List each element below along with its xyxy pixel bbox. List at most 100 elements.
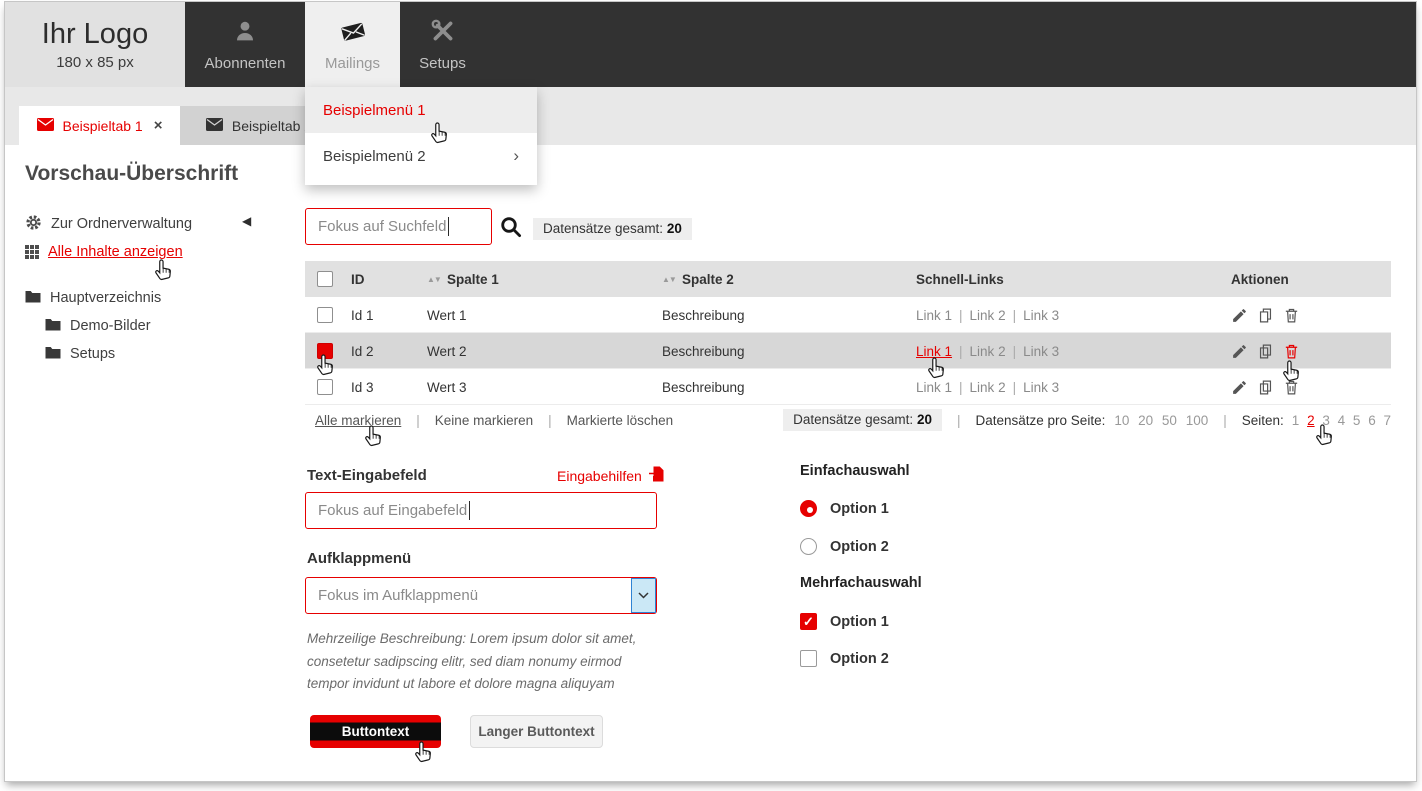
page-2-current[interactable]: 2 (1307, 413, 1315, 428)
quick-link-1[interactable]: Link 1 (916, 380, 952, 395)
per-page-option-20[interactable]: 20 (1138, 413, 1153, 428)
envelope-icon (206, 118, 223, 134)
sidebar-item-ordnerverwaltung[interactable]: Zur Ordnerverwaltung (25, 213, 192, 235)
envelope-icon (37, 118, 54, 134)
quick-link-3[interactable]: Link 3 (1023, 344, 1059, 359)
nav-item-setups[interactable]: Setups (400, 2, 485, 87)
primary-button[interactable]: Buttontext (310, 715, 441, 748)
folder-setups[interactable]: Setups (45, 343, 115, 365)
edit-icon[interactable] (1231, 379, 1248, 396)
quick-link-2[interactable]: Link 2 (970, 308, 1006, 323)
multiline-description: Mehrzeilige Beschreibung: Lorem ipsum do… (307, 628, 663, 696)
page-3[interactable]: 3 (1322, 413, 1330, 428)
edit-icon[interactable] (1231, 343, 1248, 360)
radio-option-1[interactable]: Option 1 (800, 500, 889, 517)
close-icon[interactable]: × (154, 117, 163, 134)
checkbox-unchecked-icon[interactable] (800, 650, 817, 667)
column-header-id[interactable]: ID (351, 261, 365, 297)
nav-label: Setups (419, 55, 466, 72)
copy-icon[interactable] (1257, 379, 1274, 396)
delete-icon[interactable] (1283, 379, 1300, 396)
top-navbar: Ihr Logo 180 x 85 px Abonnenten Mailings… (5, 2, 1416, 87)
link-separator: | (1013, 380, 1017, 395)
sort-icon[interactable]: ▲▼ (662, 261, 676, 297)
sidebar-collapse-icon[interactable]: ◀ (242, 214, 251, 228)
select-all-checkbox[interactable] (317, 271, 333, 287)
quick-link-2[interactable]: Link 2 (970, 380, 1006, 395)
sidebar-item-alle-inhalte[interactable]: Alle Inhalte anzeigen (25, 241, 183, 263)
column-header-spalte1[interactable]: Spalte 1 (447, 261, 499, 297)
menu-item-beispielmenu-2[interactable]: Beispielmenü 2 › (305, 133, 537, 179)
tab-beispieltab-1[interactable]: Beispieltab 1 × (19, 106, 180, 145)
search-input[interactable]: Fokus auf Suchfeld (305, 208, 492, 245)
quick-link-1[interactable]: Link 1 (916, 308, 952, 323)
records-total-value: 20 (667, 221, 682, 236)
chevron-down-icon[interactable] (631, 578, 656, 613)
folder-icon (45, 318, 61, 335)
page-7[interactable]: 7 (1383, 413, 1391, 428)
select-none-link[interactable]: Keine markieren (435, 413, 533, 428)
text-input-value: Fokus auf Eingabefeld (318, 502, 467, 519)
delete-icon-hover[interactable] (1283, 343, 1300, 360)
sidebar-item-label: Zur Ordnerverwaltung (51, 216, 192, 232)
folder-label: Setups (70, 346, 115, 362)
page-title: Vorschau-Überschrift (25, 162, 238, 186)
input-helpers-link[interactable]: Eingabehilfen (557, 466, 664, 485)
copy-icon[interactable] (1257, 307, 1274, 324)
checkbox-option-2[interactable]: Option 2 (800, 650, 889, 667)
mailings-dropdown-menu: Beispielmenü 1 Beispielmenü 2 › (305, 87, 537, 185)
radio-option-2[interactable]: Option 2 (800, 538, 889, 555)
separator: | (1223, 413, 1227, 428)
quick-link-3[interactable]: Link 3 (1023, 308, 1059, 323)
folder-icon (45, 346, 61, 363)
nav-item-mailings[interactable]: Mailings (305, 2, 400, 87)
submenu-arrow-icon: › (513, 146, 519, 166)
copy-icon[interactable] (1257, 343, 1274, 360)
secondary-button[interactable]: Langer Buttontext (470, 715, 603, 748)
dropdown-select[interactable]: Fokus im Aufklappmenü (305, 577, 657, 614)
quick-link-3[interactable]: Link 3 (1023, 380, 1059, 395)
menu-item-beispielmenu-1[interactable]: Beispielmenü 1 (305, 87, 537, 133)
quick-link-1-hover[interactable]: Link 1 (916, 344, 952, 359)
separator: | (548, 413, 552, 428)
sort-icon[interactable]: ▲▼ (427, 261, 441, 297)
select-all-link[interactable]: Alle markieren (315, 413, 401, 428)
radio-checked-icon[interactable] (800, 500, 817, 517)
row-checkbox-checked[interactable] (317, 343, 333, 359)
tab-label: Beispieltab 1 (63, 118, 143, 134)
folder-demo-bilder[interactable]: Demo-Bilder (45, 315, 151, 337)
data-table: ID ▲▼ Spalte 1 ▲▼ Spalte 2 Schnell-Links… (305, 261, 1391, 405)
user-icon (232, 18, 258, 49)
edit-icon[interactable] (1231, 307, 1248, 324)
cell-id: Id 1 (351, 297, 374, 333)
page-6[interactable]: 6 (1368, 413, 1376, 428)
delete-icon[interactable] (1283, 307, 1300, 324)
per-page-option-100[interactable]: 100 (1186, 413, 1209, 428)
folder-hauptverzeichnis[interactable]: Hauptverzeichnis (25, 287, 161, 309)
nav-item-abonnenten[interactable]: Abonnenten (185, 2, 305, 87)
row-checkbox[interactable] (317, 379, 333, 395)
table-header-row: ID ▲▼ Spalte 1 ▲▼ Spalte 2 Schnell-Links… (305, 261, 1391, 297)
sidebar-item-label: Alle Inhalte anzeigen (48, 244, 183, 260)
tab-strip: Beispieltab 1 × Beispieltab 2 (5, 87, 1416, 145)
gear-icon (25, 214, 42, 235)
page-4[interactable]: 4 (1338, 413, 1346, 428)
radio-unchecked-icon[interactable] (800, 538, 817, 555)
per-page-option-10[interactable]: 10 (1114, 413, 1129, 428)
checkbox-option-1[interactable]: ✓ Option 1 (800, 613, 889, 630)
per-page-option-50[interactable]: 50 (1162, 413, 1177, 428)
nav-label: Mailings (325, 55, 380, 72)
quick-link-2[interactable]: Link 2 (970, 344, 1006, 359)
page-5[interactable]: 5 (1353, 413, 1361, 428)
page-1[interactable]: 1 (1292, 413, 1300, 428)
text-input[interactable]: Fokus auf Eingabefeld (305, 492, 657, 529)
column-header-spalte2[interactable]: Spalte 2 (682, 261, 734, 297)
delete-selected-link[interactable]: Markierte löschen (567, 413, 674, 428)
radio-group-label: Einfachauswahl (800, 463, 910, 479)
folder-icon (25, 290, 41, 307)
select-value: Fokus im Aufklappmenü (318, 587, 478, 604)
search-icon[interactable] (499, 215, 523, 244)
grid-icon (25, 245, 39, 259)
checkbox-checked-icon[interactable]: ✓ (800, 613, 817, 630)
row-checkbox[interactable] (317, 307, 333, 323)
